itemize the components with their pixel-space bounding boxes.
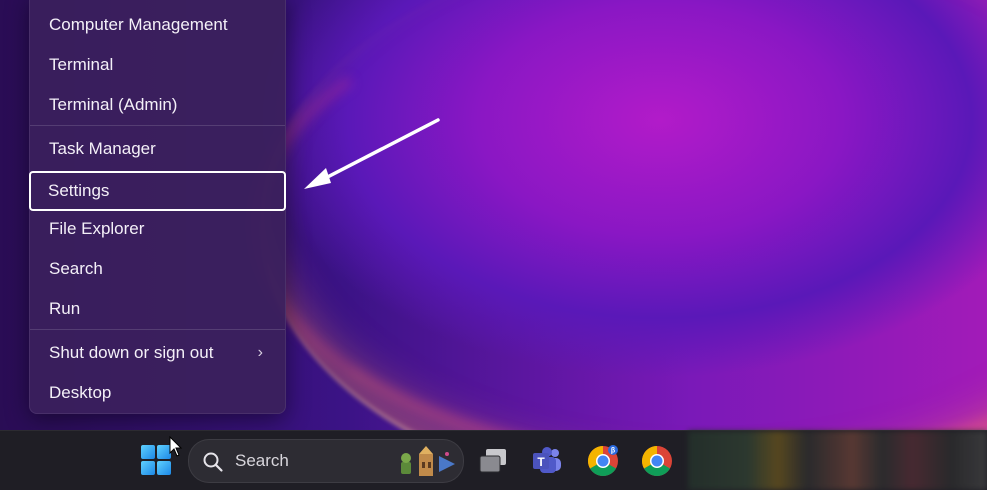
menu-item-label: Task Manager [49, 139, 156, 158]
menu-item-label: Search [49, 259, 103, 278]
mouse-cursor-icon [169, 436, 183, 457]
menu-item-label: Run [49, 299, 81, 318]
taskbar: Search T β [0, 430, 987, 490]
menu-item-terminal[interactable]: Terminal [30, 45, 285, 85]
search-placeholder: Search [235, 451, 289, 470]
blurred-tray-icons [688, 431, 987, 490]
windows-start-icon[interactable] [141, 445, 172, 476]
teams-icon[interactable]: T [530, 444, 564, 478]
search-highlight-icon [401, 446, 455, 476]
menu-divider [30, 125, 285, 126]
power-user-menu: Computer Management Terminal Terminal (A… [29, 0, 286, 414]
arrow-pointer-icon [304, 118, 440, 189]
menu-divider [30, 329, 285, 330]
menu-item-search[interactable]: Search [30, 249, 285, 289]
menu-item-label: Settings [48, 181, 110, 200]
menu-item-file-explorer[interactable]: File Explorer [30, 209, 285, 249]
menu-item-terminal-admin[interactable]: Terminal (Admin) [30, 85, 285, 125]
menu-item-shut-down[interactable]: Shut down or sign out › [30, 333, 285, 373]
chevron-right-icon: › [257, 344, 263, 361]
menu-item-label: Computer Management [49, 15, 228, 34]
menu-item-desktop[interactable]: Desktop [30, 373, 285, 413]
chrome-icon[interactable] [640, 444, 674, 478]
wallpaper-glow [260, 0, 987, 430]
menu-item-settings[interactable]: Settings [29, 171, 286, 211]
svg-text:T: T [537, 455, 545, 469]
menu-item-task-manager[interactable]: Task Manager [30, 129, 285, 169]
menu-item-label: File Explorer [49, 219, 145, 238]
menu-item-label: Desktop [49, 383, 112, 402]
menu-item-computer-management[interactable]: Computer Management [30, 5, 285, 45]
svg-text:β: β [611, 448, 616, 455]
chrome-beta-icon[interactable]: β [586, 444, 620, 478]
menu-item-label: Terminal (Admin) [49, 95, 178, 114]
menu-item-run[interactable]: Run [30, 289, 285, 329]
search-icon [203, 452, 223, 472]
menu-item-label: Shut down or sign out [49, 343, 214, 362]
menu-item-label: Terminal [49, 55, 114, 74]
taskbar-search-box[interactable]: Search [188, 439, 464, 483]
task-view-icon[interactable] [476, 444, 510, 478]
